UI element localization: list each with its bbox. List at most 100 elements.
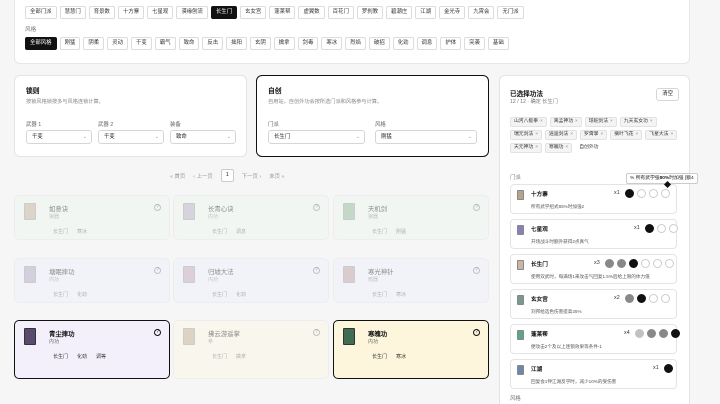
style-chip[interactable]: 阴柔 — [83, 37, 105, 50]
skill-card[interactable]: 归墟大法 内功 长生门 化劲 ? — [173, 258, 329, 303]
close-icon[interactable]: × — [565, 145, 568, 150]
style-chip[interactable]: 拙阳 — [226, 37, 247, 50]
skill-tag: 化劲 — [77, 292, 88, 298]
style-chip[interactable]: 基础 — [487, 37, 509, 50]
sect-bonus-card[interactable]: 蓬莱帮 x4 便攻击2个及以上连锁效果等条件-1 — [510, 324, 680, 354]
current-page[interactable]: 1 — [220, 169, 234, 182]
selected-chip[interactable]: 琼舵剑法 × — [584, 117, 617, 127]
selected-chip[interactable]: 寒魄功 × — [545, 143, 573, 153]
style-chip[interactable]: 破招 — [368, 37, 390, 50]
skill-card[interactable]: 如意诀 狼器 长生门 寒冰 ? — [14, 195, 170, 240]
selected-chip[interactable]: 天元神功 × — [510, 143, 543, 153]
sect-chip[interactable]: 无门派 — [497, 6, 524, 19]
sect-chip[interactable]: 慧慧门 — [59, 6, 86, 19]
style-chip[interactable]: 玄阴 — [249, 37, 271, 50]
sect-chip[interactable]: 碧潮庄 — [386, 6, 413, 19]
selected-chip[interactable]: 罗霄掌 × — [580, 130, 608, 140]
style-chip[interactable]: 灵动 — [107, 37, 128, 50]
sect-bonus-card[interactable]: 江湖 x1 回复会1伸江湖反学时，减少10%的受伤害 — [510, 359, 677, 389]
skill-card[interactable]: 寒光神针 暗器 长生门 寒冰 ? — [333, 258, 489, 303]
style-chip[interactable]: 寒冰 — [321, 37, 343, 50]
style-chip[interactable]: 护体 — [440, 37, 462, 50]
last-page-link[interactable]: 末页 » — [269, 172, 284, 180]
close-icon[interactable]: × — [535, 145, 538, 150]
sect-bonus-card[interactable]: 长生门 x3 使用双武时，每满场1来攻击气回复1.5%后给上限的体力值 — [510, 254, 677, 284]
selected-chip[interactable]: 离孟神功 × — [549, 117, 582, 127]
info-icon[interactable]: ? — [154, 267, 161, 274]
style-chip-active[interactable]: 全部风格 — [25, 37, 57, 50]
selected-chip[interactable]: 山河八极拳 × — [510, 117, 547, 127]
skill-card[interactable]: 天机剑 狼器 长生门 刚猛 ? — [333, 195, 489, 240]
close-icon[interactable]: × — [635, 132, 638, 137]
sect-chip[interactable]: 玄女宫 — [240, 6, 267, 19]
info-icon[interactable]: ? — [473, 267, 480, 274]
close-icon[interactable]: × — [650, 119, 653, 124]
selected-chip[interactable]: 瑞元剑法 × — [510, 130, 543, 140]
sect-chip[interactable]: 全部门派 — [25, 6, 57, 19]
next-page-link[interactable]: 下一页 › — [242, 172, 261, 180]
sect-chip[interactable]: 蓬莱帮 — [269, 6, 296, 19]
info-icon[interactable]: ? — [154, 204, 161, 211]
weapon1-select[interactable]: 千变 ⌄ — [26, 130, 92, 144]
info-icon[interactable]: ? — [313, 329, 320, 336]
style-chip[interactable]: 突袭 — [464, 37, 485, 50]
info-icon[interactable]: ? — [473, 204, 480, 211]
style-chip[interactable]: 调息 — [416, 37, 438, 50]
selected-chip[interactable]: 摘叶飞花 × — [610, 130, 643, 140]
sect-bonus-card[interactable]: 七星观 x1 开场战斗时额外获得2点真气 — [510, 219, 678, 249]
style-chip[interactable]: 霸气 — [154, 37, 176, 50]
style-chip[interactable]: 刚猛 — [59, 37, 81, 50]
skill-card-selected[interactable]: 青尘摔功 内功 长生门 化劲 调等 ? — [14, 320, 170, 379]
sect-chip[interactable]: 七星观 — [147, 6, 174, 19]
prev-page-link[interactable]: ‹ 上一页 — [193, 172, 212, 180]
sect-bonus-card[interactable]: 十方寨 x1 所有武学招式65%时加强2 — [510, 184, 677, 214]
close-icon[interactable]: × — [540, 119, 543, 124]
mode-card-lock[interactable]: 锁则 按锁风格锁按多与风格连锁计算。 武器 1 千变 ⌄ 武器 2 千变 ⌄ 装… — [14, 75, 247, 157]
clear-button[interactable]: 清空 — [656, 88, 679, 101]
close-icon[interactable]: × — [575, 119, 578, 124]
weapon2-select[interactable]: 千变 ⌄ — [98, 130, 164, 144]
sect-select[interactable]: 长生门 ⌄ — [268, 130, 365, 144]
style-chip[interactable]: 致命 — [178, 37, 200, 50]
skill-card-selected[interactable]: 寒魄功 内功 长生门 寒冰 ? — [333, 320, 489, 379]
selected-chip[interactable]: 逍遥剑法 × — [545, 130, 578, 140]
style-chip[interactable]: 擒拿 — [273, 37, 295, 50]
sect-bonus-card[interactable]: 玄女宫 x2 刘邦给选色伤害提高25% — [510, 289, 677, 319]
skill-card[interactable]: 塘眠摔功 内功 长生门 化劲 ? — [14, 258, 170, 303]
sect-chip[interactable]: 漠缘刨流 — [176, 6, 208, 19]
style-chip[interactable]: 干变 — [130, 37, 152, 50]
close-icon[interactable]: × — [570, 132, 573, 137]
sect-chip[interactable]: 虚翼数 — [298, 6, 325, 19]
info-icon[interactable]: ? — [313, 267, 320, 274]
skill-card[interactable]: 拂云游遥掌 拳 长生门 擒拿 ? — [173, 320, 329, 379]
sect-chip[interactable]: 江湖 — [415, 6, 437, 19]
equip-select[interactable]: 致命 ⌄ — [170, 130, 236, 144]
sect-count: x1 — [614, 190, 620, 196]
sect-chip[interactable]: 百花门 — [327, 6, 354, 19]
close-icon[interactable]: × — [535, 132, 538, 137]
sect-chip[interactable]: 九霄会 — [468, 6, 495, 19]
sect-chip[interactable]: 育景数 — [88, 6, 115, 19]
close-icon[interactable]: × — [600, 132, 603, 137]
close-icon[interactable]: × — [670, 132, 673, 137]
skill-card[interactable]: 长青心诀 内功 长生门 调息 ? — [173, 195, 329, 240]
tier-dot — [661, 189, 670, 198]
sect-chip[interactable]: 金光寺 — [439, 6, 466, 19]
sect-chip[interactable]: 罗刹教 — [356, 6, 384, 19]
sect-chip-active[interactable]: 长生门 — [210, 6, 238, 19]
style-chip[interactable]: 反击 — [202, 37, 224, 50]
mode-card-custom[interactable]: 自创 自用站，自创外功会按所选门派和风格参与计算。 门派 长生门 ⌄ 风格 刚猛… — [256, 75, 489, 157]
selected-chip[interactable]: 自创外功 — [575, 143, 603, 153]
selected-chip[interactable]: 九天玄女功 × — [619, 117, 657, 127]
style-chip[interactable]: 化劲 — [392, 37, 414, 50]
close-icon[interactable]: × — [610, 119, 613, 124]
style-select[interactable]: 刚猛 ⌄ — [375, 130, 477, 144]
first-page-link[interactable]: « 首页 — [170, 172, 185, 180]
sect-chip[interactable]: 十方寨 — [117, 6, 145, 19]
selected-chip[interactable]: 飞星大法 × — [645, 130, 678, 140]
style-chip[interactable]: 剑毒 — [297, 37, 319, 50]
info-icon[interactable]: ? — [154, 329, 161, 336]
info-icon[interactable]: ? — [473, 329, 480, 336]
info-icon[interactable]: ? — [313, 204, 320, 211]
style-chip[interactable]: 烈焰 — [345, 37, 366, 50]
